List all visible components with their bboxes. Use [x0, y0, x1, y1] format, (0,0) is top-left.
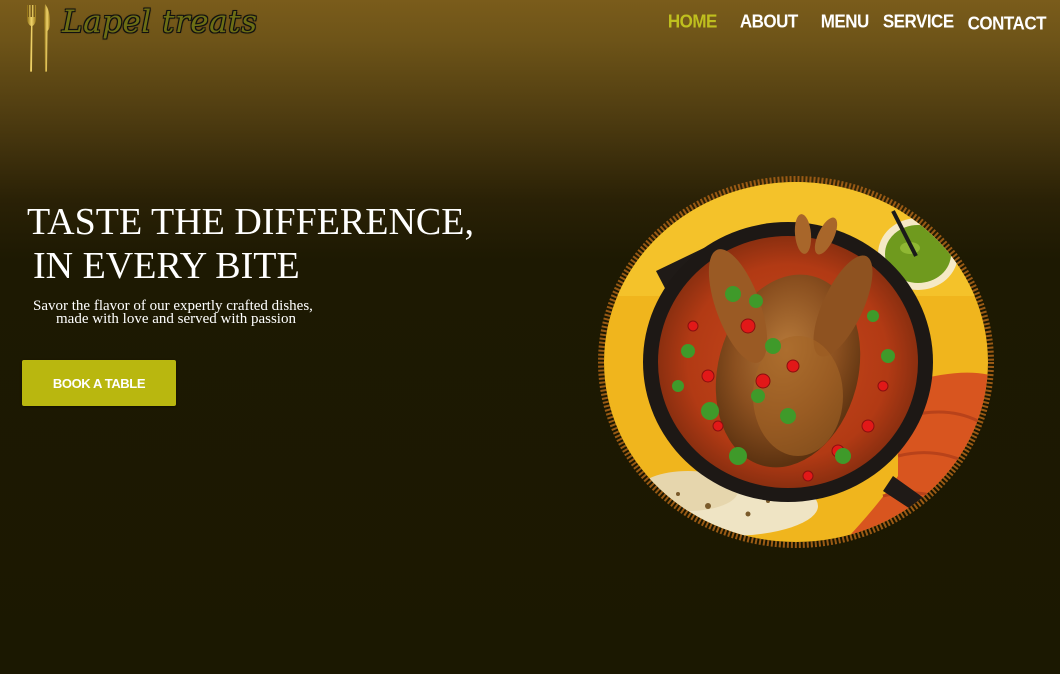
nav-menu[interactable]: MENU — [821, 11, 870, 33]
hero-title-line2: IN EVERY BITE — [33, 245, 300, 287]
fork-knife-icon — [27, 4, 50, 72]
hero-title: TASTE THE DIFFERENCE, IN EVERY BITE — [27, 200, 474, 288]
main-nav: HOME ABOUT MENU SERVICE CONTACT — [668, 11, 1047, 35]
hero-subtitle-line2: made with love and served with passion — [56, 311, 296, 327]
book-table-button[interactable]: BOOK A TABLE — [22, 360, 176, 406]
logo[interactable]: Lapel treats — [24, 2, 264, 74]
roast-chicken-skillet-image — [598, 176, 994, 548]
hero-title-line1: TASTE THE DIFFERENCE, — [27, 201, 474, 243]
logo-text: Lapel treats — [62, 4, 258, 40]
hero-subtitle: Savor the flavor of our expertly crafted… — [33, 299, 313, 327]
nav-home[interactable]: HOME — [668, 11, 718, 33]
nav-service[interactable]: SERVICE — [883, 11, 954, 33]
nav-about[interactable]: ABOUT — [740, 11, 798, 33]
nav-contact[interactable]: CONTACT — [968, 13, 1047, 35]
